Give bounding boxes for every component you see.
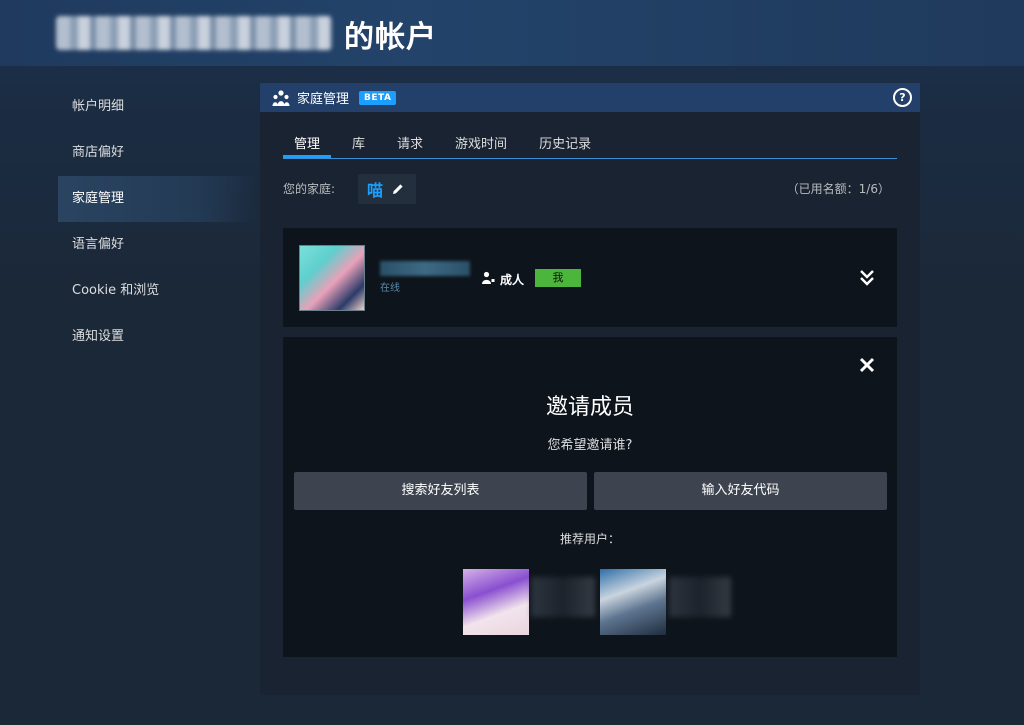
tab-library[interactable]: 库: [341, 127, 376, 158]
tab-bar: 管理 库 请求 游戏时间 历史记录: [283, 127, 897, 159]
recommended-user-name-redacted: [669, 577, 731, 617]
family-name-edit-button[interactable]: 喵: [358, 174, 416, 204]
search-friends-button[interactable]: 搜索好友列表: [294, 472, 587, 510]
invite-member-card: 邀请成员 您希望邀请谁? 搜索好友列表 输入好友代码 推荐用户：: [283, 337, 897, 657]
sidebar-item-family-management[interactable]: 家庭管理: [58, 176, 258, 222]
tab-history[interactable]: 历史记录: [528, 127, 602, 158]
panel-title: 家庭管理: [297, 92, 350, 107]
beta-badge: BETA: [359, 90, 397, 105]
member-card: 在线 成人 我: [283, 228, 897, 327]
member-name-redacted: [380, 261, 470, 276]
help-icon[interactable]: ?: [893, 88, 912, 107]
recommended-user-name-redacted: [531, 577, 595, 617]
slots-used: （已用名额：1/6）: [786, 182, 890, 196]
tab-playtime[interactable]: 游戏时间: [444, 127, 518, 158]
family-label: 您的家庭:: [283, 182, 336, 196]
family-icon: [272, 89, 290, 106]
double-chevron-down-icon[interactable]: [859, 269, 875, 287]
recommended-users-label: 推荐用户：: [559, 532, 620, 546]
panel-header: 家庭管理 BETA ?: [260, 83, 920, 112]
close-icon[interactable]: [859, 357, 875, 373]
tab-requests[interactable]: 请求: [386, 127, 434, 158]
sidebar: 帐户明细 商店偏好 家庭管理 语言偏好 Cookie 和浏览 通知设置: [58, 84, 258, 360]
family-management-panel: 家庭管理 BETA ? 管理 库 请求 游戏时间 历史记录 您的家庭: 喵 （已…: [260, 83, 920, 695]
recommended-user-avatar[interactable]: [600, 569, 666, 635]
enter-friend-code-button[interactable]: 输入好友代码: [594, 472, 887, 510]
page-title: 的帐户: [344, 20, 437, 55]
sidebar-item-store-preferences[interactable]: 商店偏好: [58, 130, 258, 176]
sidebar-item-account-details[interactable]: 帐户明细: [58, 84, 258, 130]
sidebar-item-language-preferences[interactable]: 语言偏好: [58, 222, 258, 268]
recommended-user-avatar[interactable]: [463, 569, 529, 635]
sidebar-item-notification-settings[interactable]: 通知设置: [58, 314, 258, 360]
username-redacted: [56, 16, 332, 50]
family-name: 喵: [367, 181, 384, 200]
member-status: 在线: [380, 283, 400, 294]
me-badge: 我: [535, 269, 581, 287]
pencil-icon: [393, 184, 403, 194]
invite-title: 邀请成员: [545, 395, 634, 420]
member-role: 成人: [500, 273, 525, 287]
invite-subtitle: 您希望邀请谁?: [547, 438, 633, 453]
avatar[interactable]: [299, 245, 365, 311]
person-icon: [482, 271, 495, 284]
sidebar-item-cookies-browsing[interactable]: Cookie 和浏览: [58, 268, 258, 314]
tab-manage[interactable]: 管理: [283, 127, 332, 158]
